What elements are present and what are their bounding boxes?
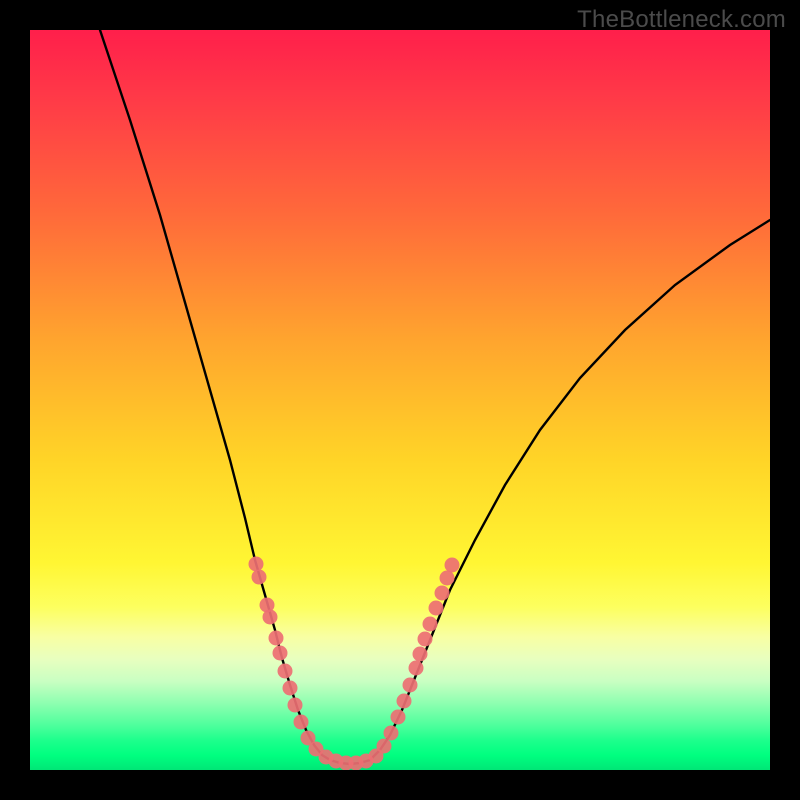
marker-dot: [397, 694, 412, 709]
marker-dot: [384, 726, 399, 741]
curve-layer: [30, 30, 770, 770]
marker-dot: [423, 617, 438, 632]
marker-dot: [288, 698, 303, 713]
marker-dot: [440, 571, 455, 586]
curve-left: [100, 30, 330, 760]
marker-dot: [429, 601, 444, 616]
bottleneck-curve: [100, 30, 770, 764]
marker-dot: [249, 557, 264, 572]
highlight-markers: [249, 557, 460, 771]
marker-dot: [418, 632, 433, 647]
marker-dot: [409, 661, 424, 676]
marker-dot: [377, 739, 392, 754]
marker-dot: [445, 558, 460, 573]
marker-dot: [403, 678, 418, 693]
curve-right: [370, 220, 770, 760]
marker-dot: [283, 681, 298, 696]
plot-area: [30, 30, 770, 770]
marker-dot: [269, 631, 284, 646]
marker-dot: [413, 647, 428, 662]
marker-dot: [263, 610, 278, 625]
chart-frame: TheBottleneck.com: [0, 0, 800, 800]
marker-dot: [252, 570, 267, 585]
marker-dot: [294, 715, 309, 730]
marker-dot: [435, 586, 450, 601]
marker-dot: [273, 646, 288, 661]
marker-dot: [278, 664, 293, 679]
marker-dot: [391, 710, 406, 725]
